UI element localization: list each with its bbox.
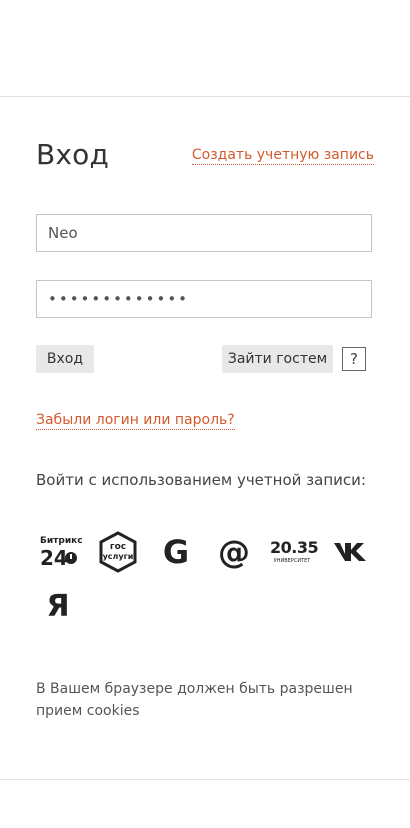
google-letter: G [162, 533, 190, 571]
vk-icon[interactable] [328, 530, 372, 574]
university-number: 20.35 [270, 538, 319, 557]
google-icon[interactable]: G [154, 530, 198, 574]
cookie-notice: В Вашем браузере должен быть разрешен пр… [36, 681, 353, 719]
gosuslugi-line2: услуги [103, 552, 134, 561]
bitrix24-number: 24 [40, 546, 68, 570]
top-divider [0, 96, 410, 97]
page-title: Вход [36, 138, 110, 171]
help-button[interactable]: ? [342, 347, 366, 371]
login-input[interactable] [36, 214, 372, 252]
forgot-password-link[interactable]: Забыли логин или пароль? [36, 411, 235, 430]
gosuslugi-line1: гос [110, 542, 126, 552]
bottom-divider [0, 779, 410, 780]
create-account-link[interactable]: Создать учетную запись [191, 146, 374, 165]
yandex-letter: Я [46, 588, 70, 624]
bitrix24-name: Битрикс [40, 536, 83, 546]
mailru-symbol: @ [218, 533, 250, 571]
gosuslugi-icon[interactable]: гос услуги [96, 530, 140, 574]
guest-login-button[interactable]: Зайти гостем [222, 345, 333, 373]
login-button[interactable]: Вход [36, 345, 94, 373]
vk-logo [334, 543, 366, 561]
university-2035-icon[interactable]: 20.35 УНИВЕРСИТЕТ [270, 530, 319, 574]
password-input[interactable] [36, 280, 372, 318]
bitrix24-icon[interactable]: Битрикс 24 [36, 530, 83, 574]
gosuslugi-hexagon: гос услуги [99, 531, 137, 573]
mailru-icon[interactable]: @ [212, 530, 256, 574]
yandex-icon[interactable]: Я [36, 584, 80, 628]
university-text: УНИВЕРСИТЕТ [273, 558, 311, 564]
social-login-caption: Войти с использованием учетной записи: [36, 471, 366, 489]
clock-icon [65, 552, 77, 564]
